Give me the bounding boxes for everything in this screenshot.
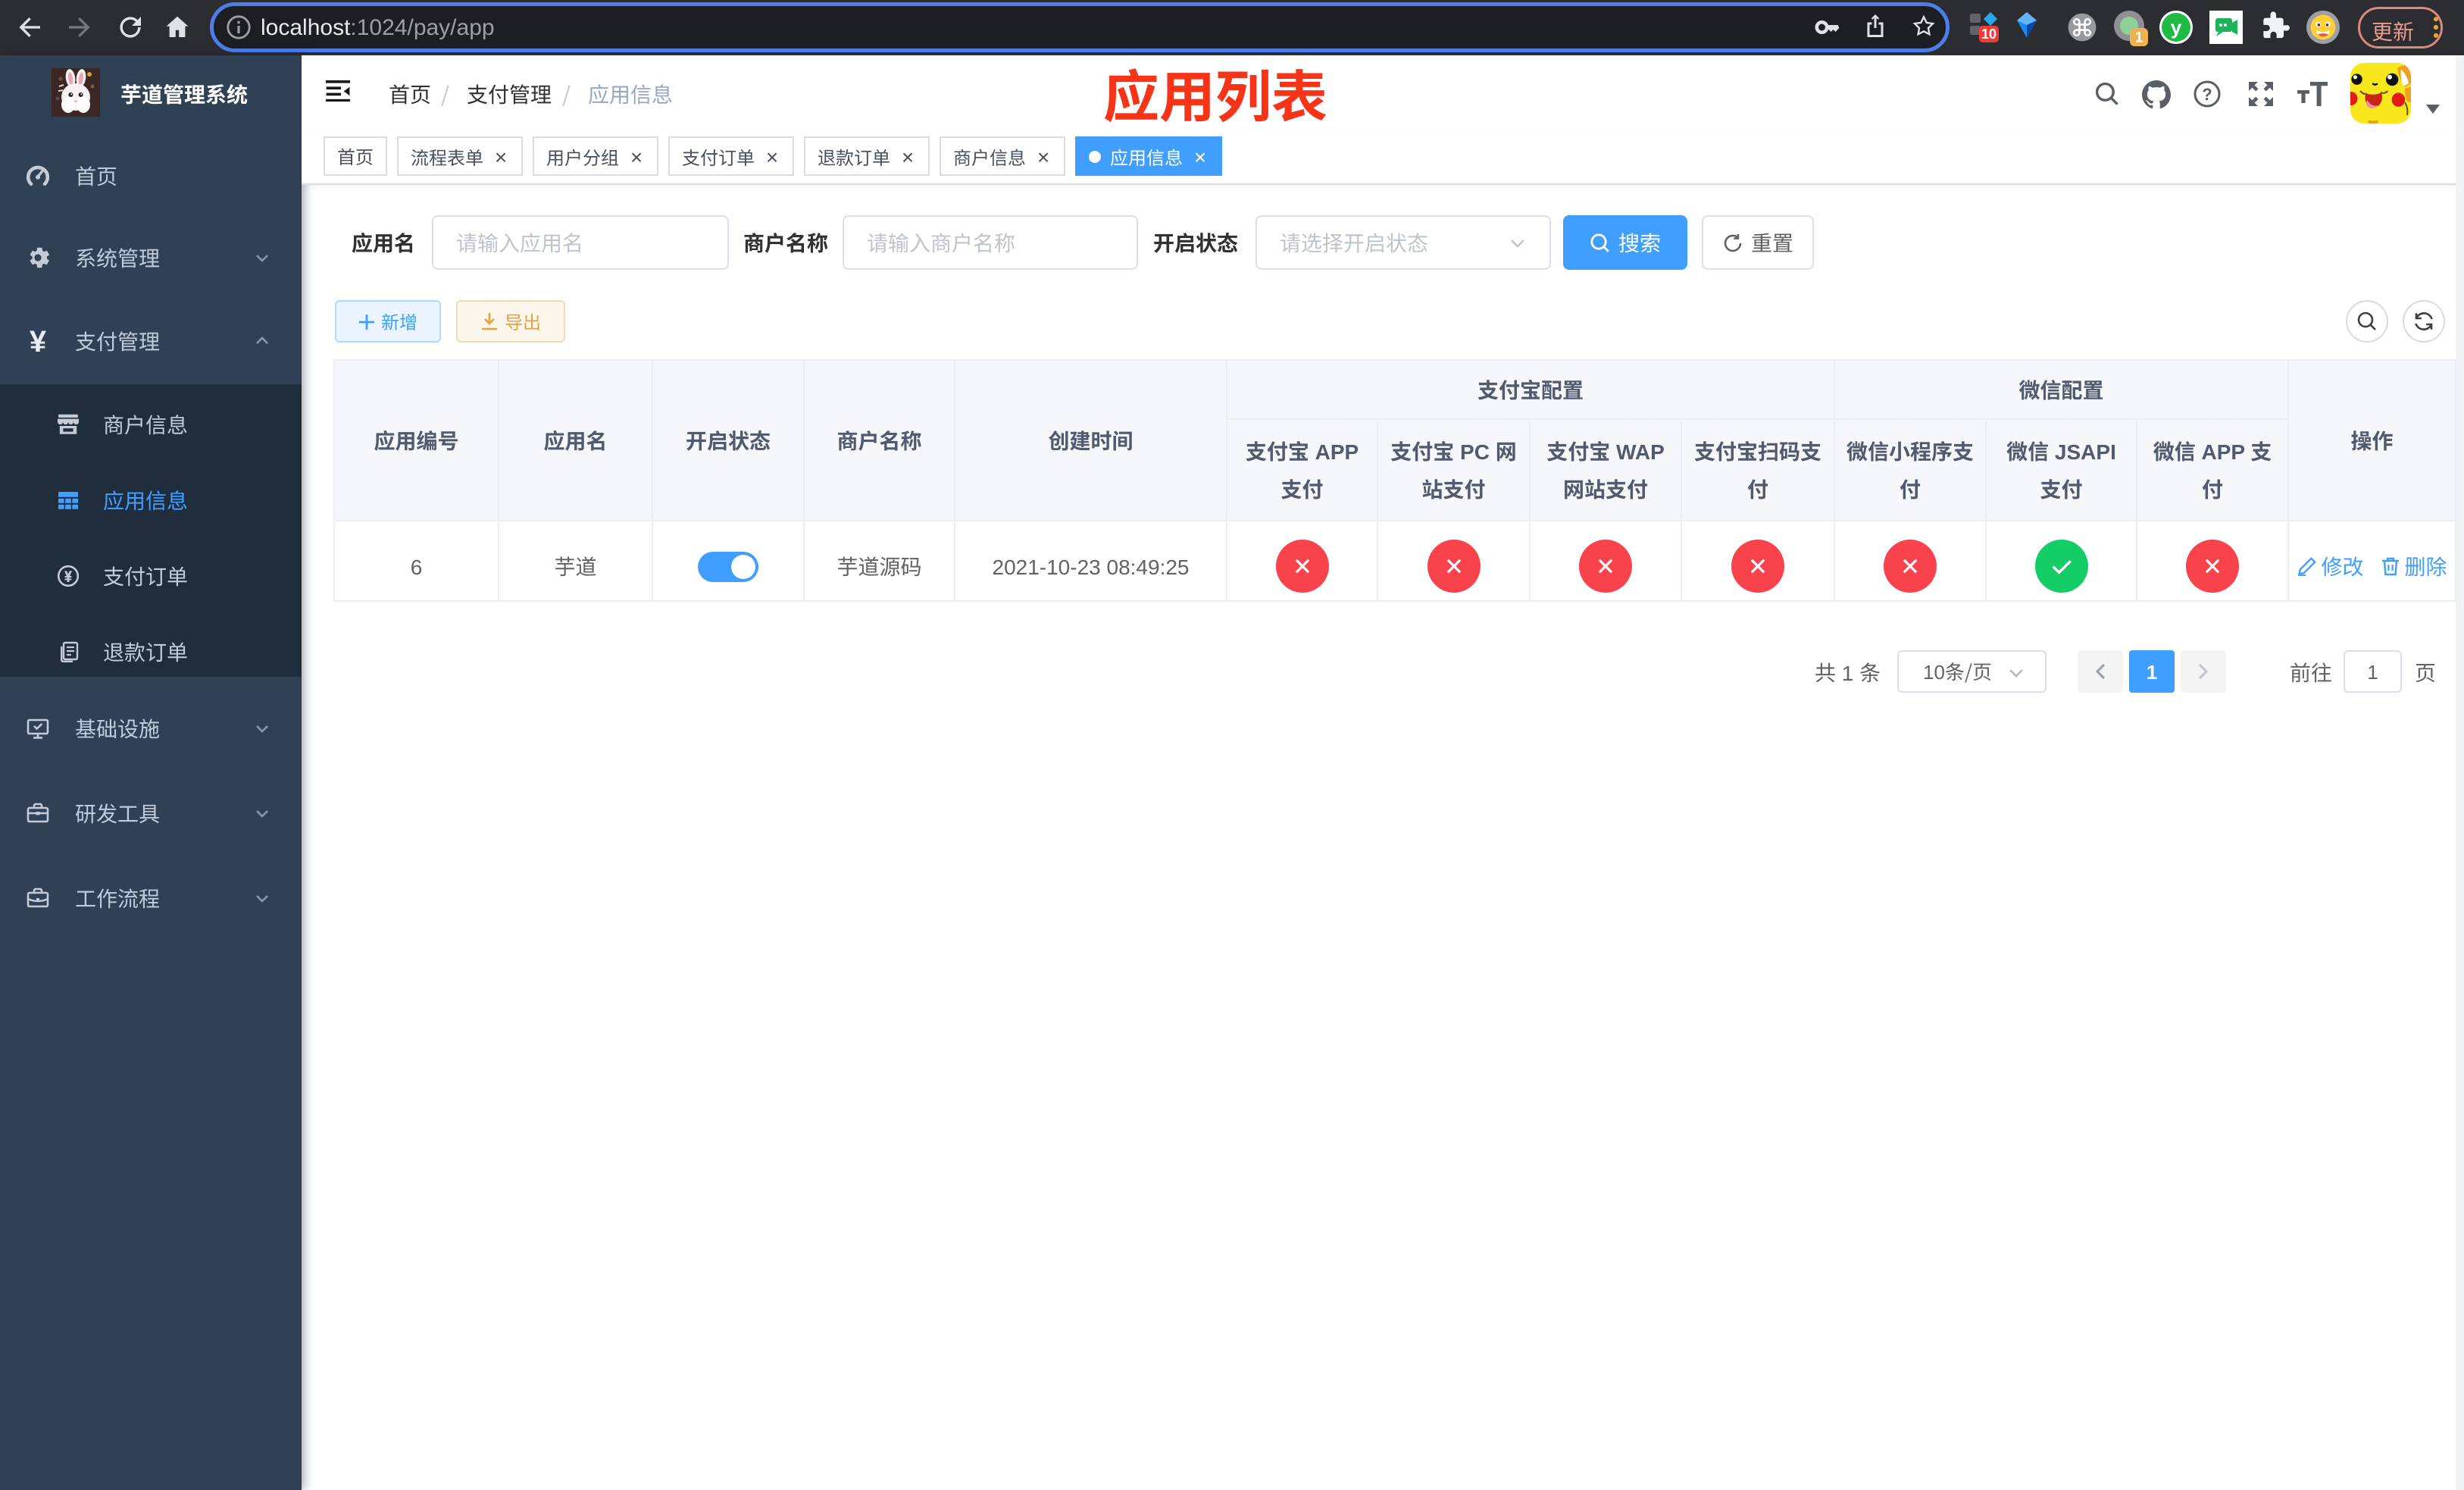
- svg-text:1: 1: [2135, 30, 2143, 46]
- svg-text:?: ?: [2202, 85, 2212, 104]
- svg-text:¥: ¥: [30, 325, 47, 358]
- svg-text:y: y: [2171, 16, 2182, 39]
- svg-text:10: 10: [1981, 27, 1997, 42]
